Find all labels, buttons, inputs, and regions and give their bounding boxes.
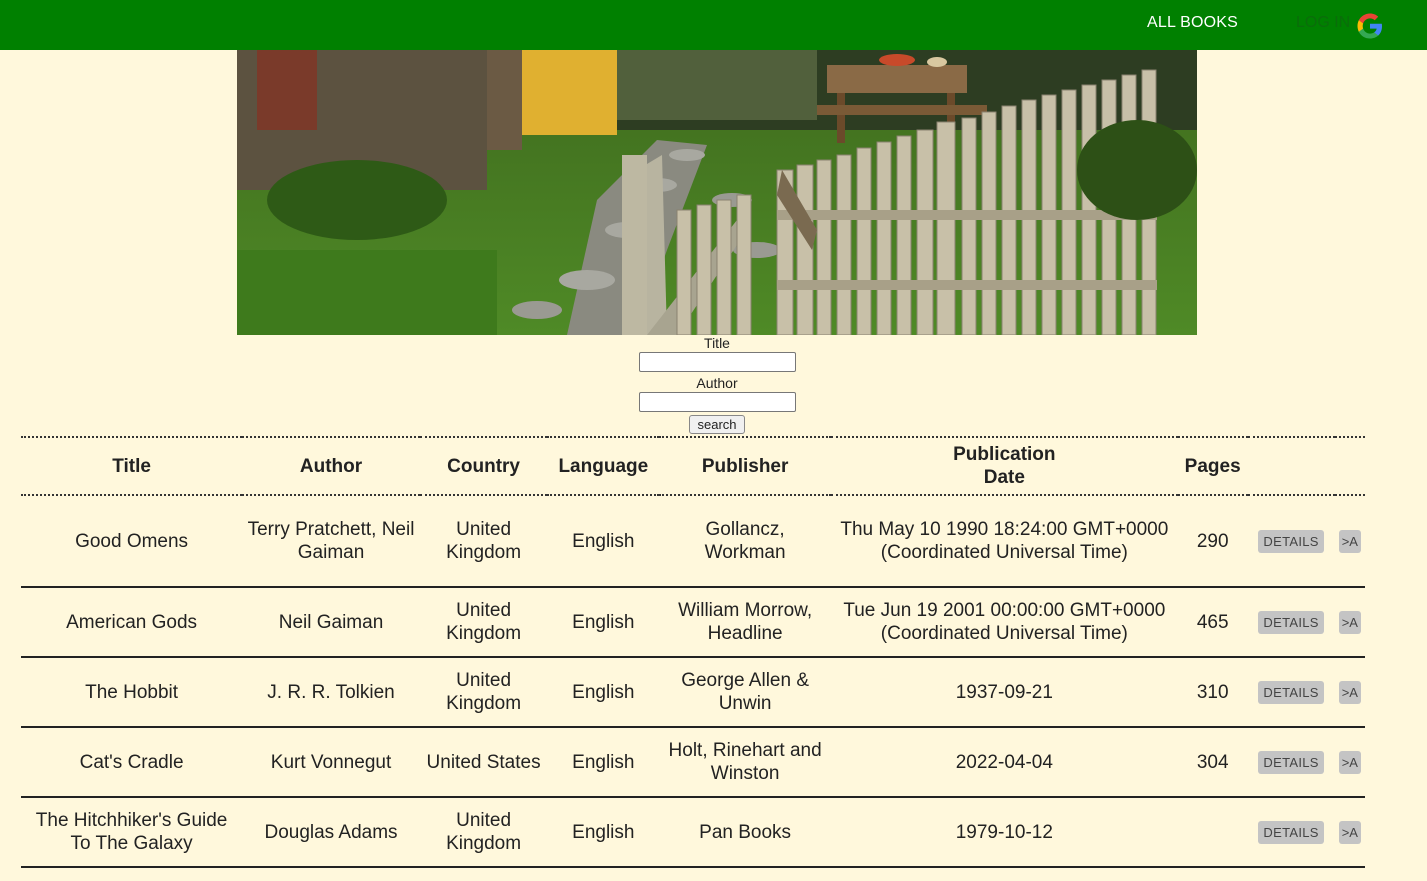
header-details-spacer — [1247, 436, 1335, 496]
header-publication-date: Publication Date — [830, 436, 1178, 496]
nav-login-link[interactable]: LOG IN — [1296, 14, 1350, 32]
cell-pages: 290 — [1177, 496, 1248, 588]
header-title: Title — [21, 436, 243, 496]
cell-title: Good Omens — [21, 496, 243, 588]
details-button[interactable]: DETAILS — [1258, 751, 1324, 774]
table-header-row: Title Author Country Language Publisher … — [21, 436, 1365, 496]
cell-action: >A — [1334, 798, 1365, 868]
table-row: The Hobbit J. R. R. Tolkien United Kingd… — [21, 658, 1365, 728]
cell-title: The Hitchhiker's Guide To The Galaxy — [21, 798, 243, 868]
details-button[interactable]: DETAILS — [1258, 681, 1324, 704]
cell-author: Neil Gaiman — [242, 588, 420, 658]
nav-all-books-link[interactable]: ALL BOOKS — [1147, 14, 1238, 32]
title-input[interactable] — [638, 352, 796, 372]
cell-date: Tue Jun 19 2001 00:00:00 GMT+0000 (Coord… — [830, 588, 1178, 658]
table-row: The Hitchhiker's Guide To The Galaxy Dou… — [21, 798, 1365, 868]
cell-author: Terry Pratchett, Neil Gaiman — [242, 496, 420, 588]
cell-pages: 304 — [1177, 728, 1248, 798]
cell-action: >A — [1334, 658, 1365, 728]
cell-date: 1937-09-21 — [830, 658, 1178, 728]
cell-country: United Kingdom — [419, 798, 548, 868]
header-pages: Pages — [1177, 436, 1248, 496]
header-publisher: Publisher — [659, 436, 831, 496]
cell-details: DETAILS — [1247, 658, 1335, 728]
cell-date: 1979-10-12 — [830, 798, 1178, 868]
cell-language: English — [547, 728, 660, 798]
details-button[interactable]: DETAILS — [1258, 611, 1324, 634]
cell-country: United Kingdom — [419, 588, 548, 658]
cell-author: Douglas Adams — [242, 798, 420, 868]
cell-country: United Kingdom — [419, 496, 548, 588]
google-g-icon[interactable] — [1355, 11, 1385, 41]
cell-country: United States — [419, 728, 548, 798]
details-button[interactable]: DETAILS — [1258, 821, 1324, 844]
cell-date: 2022-04-04 — [830, 728, 1178, 798]
cell-author: Kurt Vonnegut — [242, 728, 420, 798]
add-button[interactable]: >A — [1338, 611, 1361, 634]
title-label: Title — [704, 335, 730, 351]
add-button[interactable]: >A — [1338, 751, 1361, 774]
cell-language: English — [547, 588, 660, 658]
header-language: Language — [547, 436, 660, 496]
table-row: Good Omens Terry Pratchett, Neil Gaiman … — [21, 496, 1365, 588]
cell-details: DETAILS — [1247, 496, 1335, 588]
cell-publisher: Gollancz, Workman — [659, 496, 831, 588]
cell-title: Cat's Cradle — [21, 728, 243, 798]
table-row: Cat's Cradle Kurt Vonnegut United States… — [21, 728, 1365, 798]
cell-language: English — [547, 798, 660, 868]
cell-language: English — [547, 658, 660, 728]
cell-country: United Kingdom — [419, 658, 548, 728]
header-country: Country — [419, 436, 548, 496]
cell-author: J. R. R. Tolkien — [242, 658, 420, 728]
cell-language: English — [547, 496, 660, 588]
top-navbar: ALL BOOKS LOG IN — [0, 0, 1427, 50]
cell-details: DETAILS — [1247, 588, 1335, 658]
cell-pages — [1177, 798, 1248, 868]
add-button[interactable]: >A — [1338, 530, 1361, 553]
cell-publisher: George Allen & Unwin — [659, 658, 831, 728]
add-button[interactable]: >A — [1338, 821, 1361, 844]
cell-date: Thu May 10 1990 18:24:00 GMT+0000 (Coord… — [830, 496, 1178, 588]
author-label: Author — [696, 375, 738, 391]
author-input[interactable] — [638, 392, 796, 412]
details-button[interactable]: DETAILS — [1258, 530, 1324, 553]
cell-publisher: Holt, Rinehart and Winston — [659, 728, 831, 798]
books-table: Title Author Country Language Publisher … — [21, 436, 1365, 868]
cell-publisher: Pan Books — [659, 798, 831, 868]
cell-action: >A — [1334, 728, 1365, 798]
cell-details: DETAILS — [1247, 728, 1335, 798]
cell-details: DETAILS — [1247, 798, 1335, 868]
cell-title: American Gods — [21, 588, 243, 658]
hero-garden-image — [237, 50, 1197, 335]
cell-publisher: William Morrow, Headline — [659, 588, 831, 658]
header-publication-date-text: Publication Date — [953, 444, 1056, 488]
search-form: Title Author search — [600, 335, 834, 434]
cell-pages: 310 — [1177, 658, 1248, 728]
add-button[interactable]: >A — [1338, 681, 1361, 704]
cell-action: >A — [1334, 588, 1365, 658]
search-button[interactable]: search — [689, 415, 745, 434]
header-author: Author — [242, 436, 420, 496]
table-row: American Gods Neil Gaiman United Kingdom… — [21, 588, 1365, 658]
cell-title: The Hobbit — [21, 658, 243, 728]
cell-action: >A — [1334, 496, 1365, 588]
cell-pages: 465 — [1177, 588, 1248, 658]
header-action-spacer — [1334, 436, 1365, 496]
